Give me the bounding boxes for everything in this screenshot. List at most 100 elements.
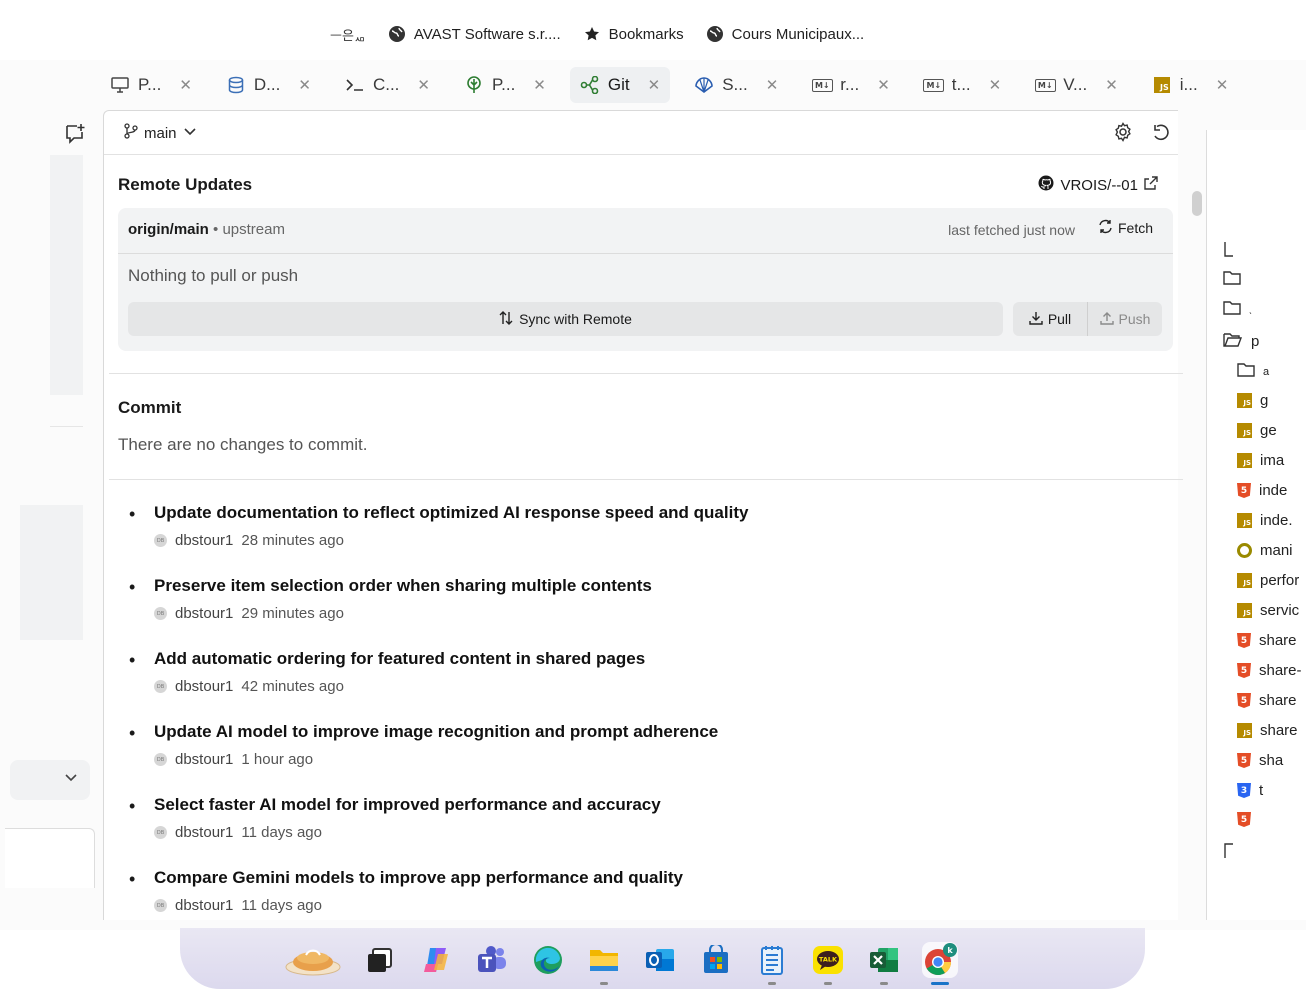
sync-arrows-icon [499, 310, 513, 328]
tab-database[interactable]: D... ✕ [216, 67, 321, 103]
html-icon: 5 [1237, 693, 1251, 708]
commit-dot-icon: • [129, 504, 136, 524]
commit-entry[interactable]: • Update documentation to reflect optimi… [124, 501, 1164, 574]
terminal-icon [345, 75, 365, 95]
divider [109, 373, 1183, 374]
tree-item[interactable]: a [1237, 362, 1269, 381]
pull-button[interactable]: Pull [1013, 302, 1088, 336]
task-view-icon[interactable] [362, 942, 398, 978]
commit-dot-icon: • [129, 869, 136, 889]
close-icon[interactable]: ✕ [1216, 76, 1229, 94]
tab-label: P... [491, 75, 516, 94]
tab-packages[interactable]: P... ✕ [454, 67, 556, 103]
tab-markdown-t[interactable]: M↓ t... ✕ [914, 67, 1011, 103]
tree-item[interactable]: JS ima [1237, 452, 1284, 469]
tree-item[interactable]: p [1223, 332, 1259, 351]
tab-label: t... [951, 75, 971, 94]
new-chat-icon[interactable] [64, 122, 86, 144]
tree-item[interactable] [1223, 842, 1233, 862]
tree-item[interactable]: ˎ [1223, 300, 1252, 319]
tab-markdown-v[interactable]: M↓ V... ✕ [1025, 67, 1128, 103]
close-icon[interactable]: ✕ [877, 76, 890, 94]
tree-label: g [1260, 392, 1269, 409]
bookmark-item[interactable]: ᅳ은ᆺᆷ [330, 25, 366, 44]
teams-icon[interactable] [474, 942, 510, 978]
commit-author: dbstour1 [175, 751, 234, 768]
kakaotalk-icon[interactable]: TALK [810, 942, 846, 985]
bookmarks-bar: ᅳ은ᆺᆷ AVAST Software s.r.... Bookmarks Co… [330, 18, 864, 50]
push-button[interactable]: Push [1088, 302, 1162, 336]
tree-item[interactable]: 5 share [1237, 632, 1297, 649]
close-icon[interactable]: ✕ [533, 76, 546, 94]
notepad-icon[interactable] [754, 942, 790, 985]
fetch-label: Fetch [1117, 220, 1153, 236]
download-icon [1029, 311, 1043, 328]
commit-entry[interactable]: • Add automatic ordering for featured co… [124, 647, 1164, 720]
javascript-icon: JS [1237, 723, 1252, 738]
close-icon[interactable]: ✕ [766, 76, 779, 94]
edge-icon[interactable] [530, 942, 566, 978]
pull-push-group: Pull Push [1013, 302, 1162, 336]
fetch-button[interactable]: Fetch [1098, 219, 1153, 237]
tree-item[interactable]: JS perfor [1237, 572, 1299, 589]
tree-item[interactable]: JS ge [1237, 422, 1277, 439]
scrollbar-thumb[interactable] [1192, 191, 1202, 216]
tab-shell[interactable]: S... ✕ [684, 67, 788, 103]
commit-log: • Update documentation to reflect optimi… [124, 501, 1164, 939]
tree-item[interactable] [1223, 270, 1241, 289]
commit-entry[interactable]: • Preserve item selection order when sha… [124, 574, 1164, 647]
history-icon[interactable] [1150, 121, 1172, 143]
chrome-icon[interactable]: k [922, 942, 958, 985]
commit-message: Select faster AI model for improved perf… [154, 795, 661, 814]
bookmark-item[interactable]: AVAST Software s.r.... [388, 25, 561, 43]
tab-git[interactable]: Git ✕ [569, 67, 671, 103]
branch-selector[interactable]: main [124, 123, 197, 143]
tab-javascript[interactable]: JS i... ✕ [1142, 67, 1239, 103]
tree-item[interactable]: mani [1237, 542, 1293, 559]
tree-item[interactable]: JS share [1237, 722, 1298, 739]
sidebar-panel [20, 505, 83, 640]
tab-readme[interactable]: M↓ r... ✕ [802, 67, 899, 103]
tab-console[interactable]: C... ✕ [335, 67, 440, 103]
tree-item[interactable]: 5 sha [1237, 752, 1283, 769]
sidebar-card [5, 828, 95, 888]
remote-branch-name: origin/main [128, 221, 209, 238]
tree-label: perfor [1260, 572, 1300, 589]
tree-item[interactable]: 5 inde [1237, 482, 1287, 499]
close-icon[interactable]: ✕ [989, 76, 1002, 94]
close-icon[interactable]: ✕ [648, 76, 661, 94]
close-icon[interactable]: ✕ [417, 76, 430, 94]
tab-label: V... [1063, 75, 1088, 94]
tree-item[interactable]: 3 t [1237, 782, 1263, 799]
store-icon[interactable] [698, 942, 734, 978]
tree-item[interactable]: 5 [1237, 812, 1251, 827]
pie-app-icon[interactable] [284, 942, 342, 978]
commit-entry[interactable]: • Update AI model to improve image recog… [124, 720, 1164, 793]
tab-label: S... [722, 75, 748, 94]
tree-item[interactable]: 5 share [1237, 692, 1297, 709]
outlook-icon[interactable] [642, 942, 678, 978]
close-icon[interactable]: ✕ [298, 76, 311, 94]
tab-preview[interactable]: P... ✕ [100, 67, 202, 103]
tree-label: inde. [1260, 512, 1293, 529]
tree-item[interactable]: JS inde. [1237, 512, 1293, 529]
tree-item[interactable]: 5 share- [1237, 662, 1302, 679]
excel-icon[interactable] [866, 942, 902, 985]
corner-icon [1223, 842, 1233, 862]
corner-icon [1223, 242, 1233, 262]
bookmark-item[interactable]: Bookmarks [583, 25, 684, 43]
file-explorer-icon[interactable] [586, 942, 622, 985]
sidebar-dropdown[interactable] [10, 760, 90, 800]
tree-item[interactable]: JS servic [1237, 602, 1299, 619]
tree-item[interactable] [1223, 242, 1233, 262]
copilot-icon[interactable] [418, 942, 454, 978]
bookmark-item[interactable]: Cours Municipaux... [706, 25, 864, 43]
sync-with-remote-button[interactable]: Sync with Remote [128, 302, 1003, 336]
upstream-label: upstream [222, 221, 285, 238]
repo-link[interactable]: VROIS/--01 [1038, 175, 1158, 195]
commit-entry[interactable]: • Select faster AI model for improved pe… [124, 793, 1164, 866]
gear-icon[interactable] [1112, 121, 1134, 143]
close-icon[interactable]: ✕ [179, 76, 192, 94]
close-icon[interactable]: ✕ [1105, 76, 1118, 94]
tree-item[interactable]: JS g [1237, 392, 1268, 409]
